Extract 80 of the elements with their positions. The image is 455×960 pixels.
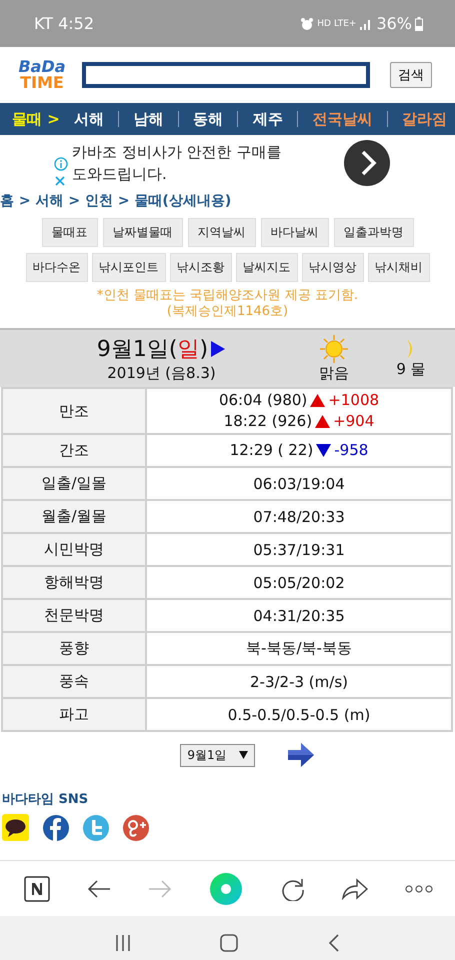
table-cell: 06:03/19:04 [146,467,452,500]
row-label: 천문박명 [2,599,146,632]
signal-icon [359,18,372,30]
table-cell: 05:37/19:31 [146,533,452,566]
menu-button[interactable]: 날씨지도 [236,253,298,282]
caret-icon [238,751,248,759]
close-icon[interactable] [54,174,66,186]
tide-change: +1008 [328,390,380,411]
tide-change: -958 [334,440,368,461]
battery-percent: 36% [376,14,412,33]
logo[interactable]: BaDa TIME [14,59,70,91]
notice-text: (복제승인제1146호) [166,304,290,320]
nav-link[interactable]: 동해 [193,110,224,128]
facebook-icon[interactable] [43,814,69,840]
search-button[interactable]: 검색 [390,62,432,88]
search-field[interactable] [82,62,370,88]
battery-icon [415,16,423,30]
row-label: 만조 [2,388,146,434]
row-label: 간조 [2,434,146,467]
menu-button[interactable]: 낚시채비 [368,253,430,282]
speech-bubble-icon[interactable] [2,814,29,841]
google-plus-icon[interactable] [123,814,149,840]
nav-link[interactable]: 제주 [252,110,283,128]
date-title: 9월1일(일) [96,336,208,364]
carrier-time: KT 4:52 [34,14,94,33]
tide-time: 06:04 (980) [218,390,308,411]
menu-button[interactable]: 낚시포인트 [92,253,166,282]
alarm-icon [300,16,314,30]
row-label: 시민박명 [2,533,146,566]
row-label: 월출/월몰 [2,500,146,533]
chevron-right-icon[interactable] [344,140,390,186]
nav-link[interactable]: 갈라짐 [402,110,447,128]
row-label: 풍향 [2,632,146,665]
table-cell: 0.5-0.5/0.5-0.5 (m) [146,698,452,731]
network-indicator: LTE+ [334,18,356,28]
table-cell: 2-3/2-3 (m/s) [146,665,452,698]
table-cell: 05:05/20:02 [146,566,452,599]
notice-text: *인천 물때표는 국립해양조사원 제공 표기함. [96,288,360,304]
nav-link[interactable]: 물때 > [12,110,60,128]
menu-button[interactable]: 날짜별물때 [102,218,182,247]
menu-button[interactable]: 낚시영상 [302,253,364,282]
tide-phase: 9 물 [396,360,426,379]
breadcrumb: 홈 > 서해 > 인천 > 물때(상세내용) [0,192,232,211]
tide-change: +904 [333,411,374,432]
menu-button[interactable]: 낚시조황 [170,253,232,282]
sun-icon [319,334,349,364]
back-icon[interactable] [328,934,340,952]
nav-link[interactable]: 서해 [74,110,104,128]
naver-n-icon[interactable] [24,876,50,902]
nav-link[interactable]: 남해 [134,110,164,128]
nav-link[interactable]: 전국날씨 [312,110,372,128]
more-icon[interactable] [404,884,433,894]
tide-time: 18:22 (926) [224,411,312,432]
back-arrow-icon[interactable] [87,878,112,898]
row-label: 항해박명 [2,566,146,599]
row-label: 일출/일몰 [2,467,146,500]
date-dropdown[interactable]: 9월1일 [180,744,255,766]
share-icon[interactable] [342,876,368,900]
table-cell: 07:48/20:33 [146,500,452,533]
tide-time: 12:29 ( 22) [230,440,314,461]
weather-text: 맑음 [319,364,349,383]
menu-button[interactable]: 바다날씨 [260,218,328,247]
play-icon[interactable] [210,340,226,358]
menu-button[interactable]: 바다수온 [26,253,88,282]
info-icon[interactable] [54,156,68,170]
sns-title: 바다타임 SNS [2,791,90,808]
row-label: 파고 [2,698,146,731]
row-label: 풍속 [2,665,146,698]
menu-button[interactable]: 물때표 [42,218,98,247]
table-cell: 북-북동/북-북동 [146,632,452,665]
network-indicator: HD [317,18,331,28]
ad-text[interactable]: 카바조 정비사가 안전한 구매를 도와드립니다. [72,140,287,184]
home-icon[interactable] [220,934,238,952]
lunar-date: 2019년 (음8.3) [107,364,216,383]
table-cell: 04:31/20:35 [146,599,452,632]
menu-button[interactable]: 일출과박명 [334,218,414,247]
arrow-right-icon[interactable] [286,742,315,768]
recent-apps-icon[interactable] [114,934,131,952]
menu-button[interactable]: 지역날씨 [188,218,256,247]
reload-icon[interactable] [280,876,305,900]
